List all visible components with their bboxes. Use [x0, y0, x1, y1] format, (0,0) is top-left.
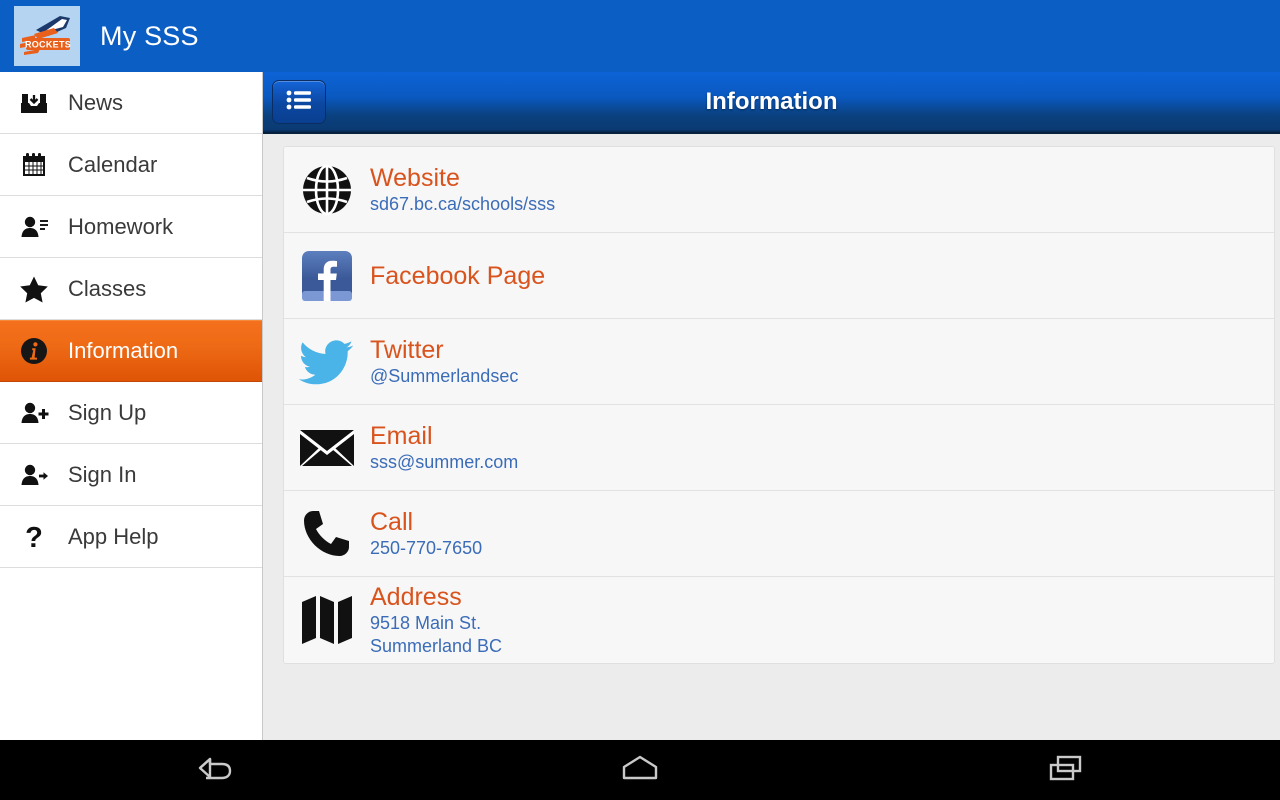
list-item-text: Website sd67.bc.ca/schools/sss [370, 163, 555, 216]
person-add-icon [8, 400, 60, 426]
app-bar: ROCKETS My SSS [0, 0, 1280, 72]
list-item-text: Facebook Page [370, 261, 545, 291]
app-title: My SSS [100, 20, 199, 51]
sidebar-item-label: Sign In [68, 461, 137, 487]
list-item-title: Twitter [370, 336, 444, 364]
recents-button[interactable] [1007, 740, 1127, 800]
sidebar-item-app-help[interactable]: ? App Help [0, 506, 262, 568]
list-item-title: Call [370, 508, 414, 536]
content-area: Information Website sd67.bc.ca/schools/s… [263, 72, 1280, 740]
information-list: Website sd67.bc.ca/schools/sss Facebook … [283, 146, 1275, 664]
sidebar-item-sign-up[interactable]: Sign Up [0, 382, 262, 444]
envelope-icon [284, 427, 370, 469]
sidebar-item-information[interactable]: Information [0, 320, 262, 382]
content-header: Information [263, 72, 1280, 134]
globe-icon [284, 163, 370, 217]
sidebar-item-homework[interactable]: Homework [0, 196, 262, 258]
svg-text:?: ? [25, 522, 43, 552]
twitter-bird-icon [284, 338, 370, 386]
sidebar-item-sign-in[interactable]: Sign In [0, 444, 262, 506]
list-item-title: Email [370, 422, 433, 450]
sidebar-item-label: Information [68, 338, 179, 363]
sidebar-item-label: Homework [68, 213, 174, 239]
home-icon [618, 753, 662, 788]
list-item[interactable]: Website sd67.bc.ca/schools/sss [284, 147, 1274, 233]
calendar-icon [8, 151, 60, 179]
person-arrow-icon [8, 462, 60, 488]
list-item[interactable]: Address 9518 Main St. Summerland BC [284, 577, 1274, 663]
sidebar-item-label: Calendar [68, 151, 158, 177]
list-item-text: Twitter @Summerlandsec [370, 335, 518, 388]
list-item-subtitle: 250-770-7650 [370, 538, 483, 558]
sidebar-item-news[interactable]: News [0, 72, 262, 134]
list-item-subtitle: 9518 Main St. [370, 613, 482, 633]
svg-text:ROCKETS: ROCKETS [25, 40, 71, 50]
app-screen: ROCKETS My SSS News Calendar Homework Cl… [0, 0, 1280, 800]
list-item[interactable]: Facebook Page [284, 233, 1274, 319]
home-button[interactable] [580, 740, 700, 800]
list-item-subtitle-2: Summerland BC [370, 636, 503, 656]
list-item-subtitle: sd67.bc.ca/schools/sss [370, 194, 556, 214]
list-menu-button[interactable] [272, 80, 326, 124]
list-item-title: Website [370, 164, 460, 192]
inbox-icon [8, 90, 60, 116]
list-item-text: Call 250-770-7650 [370, 507, 482, 560]
person-lines-icon [8, 214, 60, 240]
phone-icon [284, 508, 370, 560]
sidebar-item-label: Sign Up [68, 399, 147, 425]
list-item-subtitle: sss@summer.com [370, 452, 519, 472]
star-icon [8, 275, 60, 303]
rockets-logo: ROCKETS [14, 6, 80, 66]
sidebar-item-calendar[interactable]: Calendar [0, 134, 262, 196]
back-button[interactable] [153, 740, 273, 800]
list-menu-icon [285, 89, 313, 116]
sidebar-item-label: Classes [68, 275, 147, 301]
page-title: Information [705, 88, 838, 115]
list-item[interactable]: Email sss@summer.com [284, 405, 1274, 491]
sidebar-item-classes[interactable]: Classes [0, 258, 262, 320]
map-icon [284, 593, 370, 647]
sidebar-item-label: App Help [68, 523, 159, 549]
sidebar-item-label: News [68, 89, 124, 115]
rockets-logo-art: ROCKETS [14, 6, 80, 66]
list-item-title: Address [370, 583, 462, 611]
list-item-subtitle: @Summerlandsec [370, 366, 519, 386]
list-item[interactable]: Twitter @Summerlandsec [284, 319, 1274, 405]
list-item-title: Facebook Page [370, 261, 546, 290]
list-item-text: Address 9518 Main St. Summerland BC [370, 582, 502, 658]
back-arrow-icon [192, 753, 234, 788]
list-item[interactable]: Call 250-770-7650 [284, 491, 1274, 577]
facebook-icon [284, 250, 370, 302]
system-navigation-bar [0, 740, 1280, 800]
recents-icon [1046, 752, 1088, 789]
question-mark-icon: ? [8, 522, 60, 552]
sidebar: News Calendar Homework Classes Informati… [0, 72, 263, 740]
info-circle-icon [8, 337, 60, 365]
list-item-text: Email sss@summer.com [370, 421, 518, 474]
